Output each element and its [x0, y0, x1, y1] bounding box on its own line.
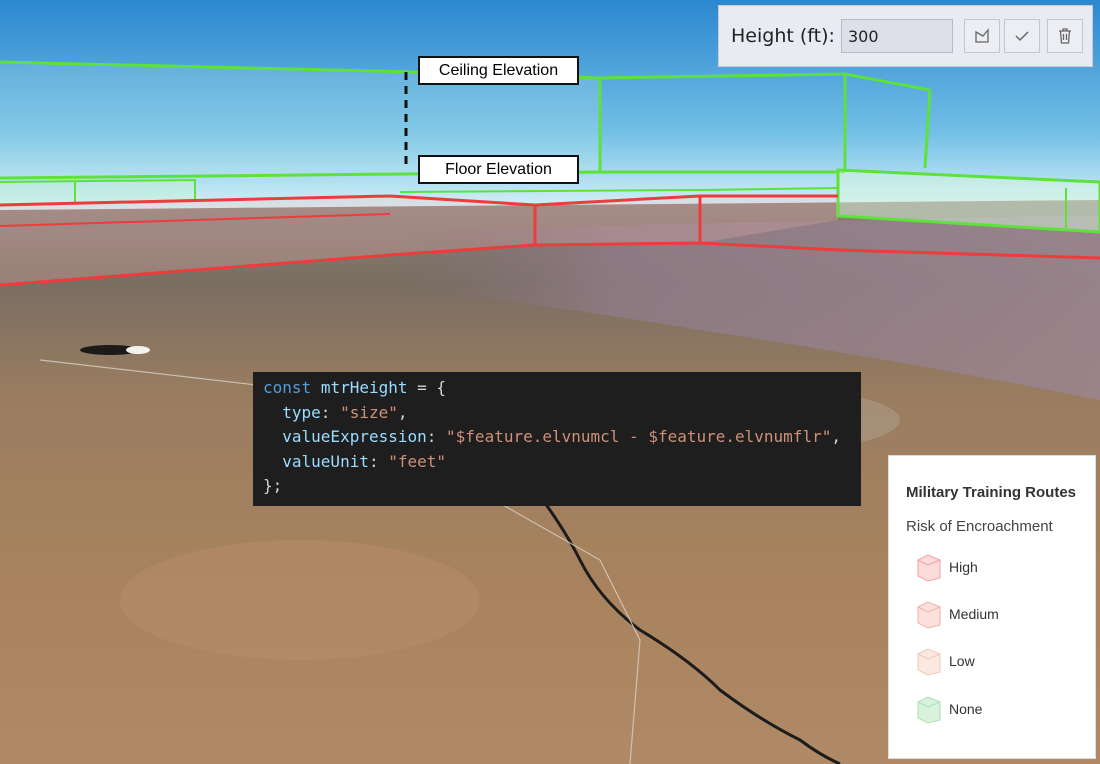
- legend-subtitle: Risk of Encroachment: [906, 518, 1053, 535]
- legend-item-medium: Medium: [915, 599, 1085, 631]
- volume-swatch-icon: [917, 601, 941, 629]
- code-snippet: const mtrHeight = { type: "size", valueE…: [253, 372, 861, 506]
- ceiling-elevation-callout: Ceiling Elevation: [418, 56, 579, 85]
- volume-swatch-icon: [917, 554, 941, 582]
- code-line: valueUnit: "feet": [282, 451, 447, 471]
- volume-swatch-icon: [917, 696, 941, 724]
- code-line: type: "size",: [282, 402, 408, 422]
- checkmark-icon: [1015, 31, 1029, 42]
- legend-item-low: Low: [915, 646, 1085, 678]
- height-input[interactable]: [841, 19, 953, 53]
- volume-swatch-icon: [917, 648, 941, 676]
- legend-panel: Military Training Routes Risk of Encroac…: [888, 455, 1096, 759]
- legend-item-high: High: [915, 552, 1085, 584]
- legend-item-none: None: [915, 694, 1085, 726]
- draw-polygon-button[interactable]: [964, 19, 1000, 53]
- legend-title: Military Training Routes: [906, 484, 1077, 501]
- apply-button[interactable]: [1004, 19, 1040, 53]
- terrain-patch: [120, 540, 480, 660]
- code-line: };: [263, 476, 283, 495]
- draw-polygon-icon: [975, 28, 989, 43]
- height-label: Height (ft):: [731, 25, 835, 47]
- trash-icon: [1059, 28, 1071, 44]
- height-toolbar: Height (ft):: [718, 5, 1093, 67]
- delete-button[interactable]: [1047, 19, 1083, 53]
- code-line: const mtrHeight = {: [263, 378, 447, 397]
- terrain-patch: [126, 346, 150, 354]
- floor-elevation-callout: Floor Elevation: [418, 155, 579, 184]
- code-line: valueExpression: "$feature.elvnumcl - $f…: [282, 427, 841, 446]
